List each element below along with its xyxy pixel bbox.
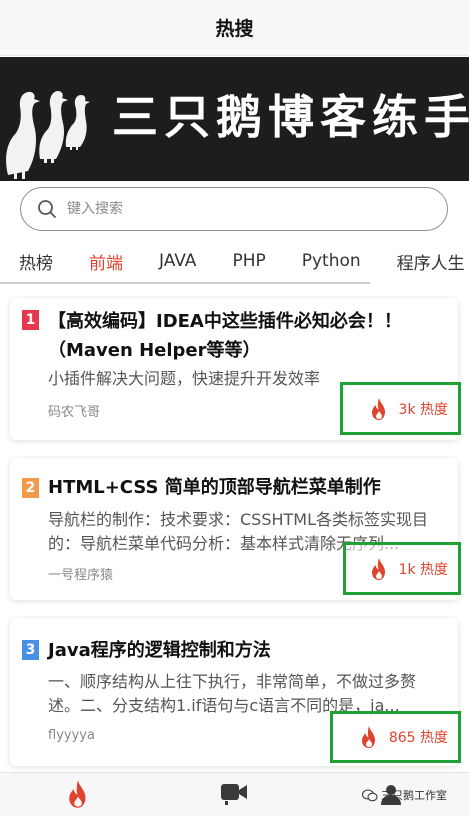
- geese-logo-icon: [6, 91, 90, 179]
- fire-icon: [371, 397, 385, 420]
- nav-hot[interactable]: [65, 779, 91, 813]
- rank-number: 3: [25, 642, 36, 658]
- top-bar: 热搜: [0, 0, 469, 56]
- rank-badge: 1: [22, 310, 39, 330]
- article-card[interactable]: 3 Java程序的逻辑控制和方法 一、顺序结构从上往下执行，非常简单，不做过多赘…: [10, 618, 461, 766]
- category-tabs: 热榜 前端 JAVA PHP Python 程序人生: [0, 240, 469, 282]
- article-author[interactable]: 一号程序猿: [48, 564, 113, 583]
- tab-python[interactable]: Python: [283, 251, 378, 271]
- rank-number: 1: [25, 312, 36, 328]
- banner: 三只鹅博客练手项目: [0, 57, 469, 181]
- article-title[interactable]: Java程序的逻辑控制和方法: [48, 636, 443, 665]
- article-author[interactable]: flyyyya: [48, 728, 95, 743]
- article-card[interactable]: 2 HTML+CSS 简单的顶部导航栏菜单制作 导航栏的制作：技术要求：CSSH…: [10, 458, 461, 600]
- heat-indicator: 865 热度: [330, 711, 461, 763]
- heat-value: 1k 热度: [398, 561, 448, 578]
- rank-badge: 3: [22, 640, 39, 660]
- article-title[interactable]: 【高效编码】IDEA中这些插件必知必会！！（Maven Helper等等）: [48, 307, 443, 365]
- heat-indicator: 1k 热度: [343, 542, 461, 595]
- article-author[interactable]: 码农飞哥: [48, 401, 100, 420]
- tab-frontend[interactable]: 前端: [70, 249, 140, 274]
- page-title: 热搜: [215, 18, 254, 40]
- search-box[interactable]: [20, 187, 448, 231]
- video-icon: [221, 784, 247, 805]
- fire-icon: [69, 780, 86, 808]
- article-card[interactable]: 1 【高效编码】IDEA中这些插件必知必会！！（Maven Helper等等） …: [10, 298, 461, 440]
- heat-value: 3k 热度: [398, 401, 448, 418]
- tab-hot[interactable]: 热榜: [0, 249, 70, 274]
- watermark: 三只鹅工作室: [362, 787, 447, 803]
- fire-icon: [371, 557, 385, 580]
- search-icon: [38, 200, 56, 218]
- banner-title: 三只鹅博客练手项目: [112, 90, 469, 144]
- tab-programmer-life[interactable]: 程序人生: [378, 249, 469, 274]
- fire-icon: [361, 726, 375, 748]
- watermark-text: 三只鹅工作室: [381, 789, 447, 802]
- nav-video[interactable]: [220, 782, 248, 810]
- rank-badge: 2: [22, 478, 39, 498]
- article-title[interactable]: HTML+CSS 简单的顶部导航栏菜单制作: [48, 473, 443, 502]
- tab-java[interactable]: JAVA: [140, 251, 213, 271]
- tabs-divider: [0, 282, 370, 284]
- search-input[interactable]: [67, 201, 407, 217]
- tab-php[interactable]: PHP: [213, 251, 282, 271]
- heat-value: 865 热度: [388, 730, 448, 746]
- wechat-icon: [362, 789, 378, 801]
- heat-indicator: 3k 热度: [340, 382, 461, 435]
- rank-number: 2: [25, 480, 36, 496]
